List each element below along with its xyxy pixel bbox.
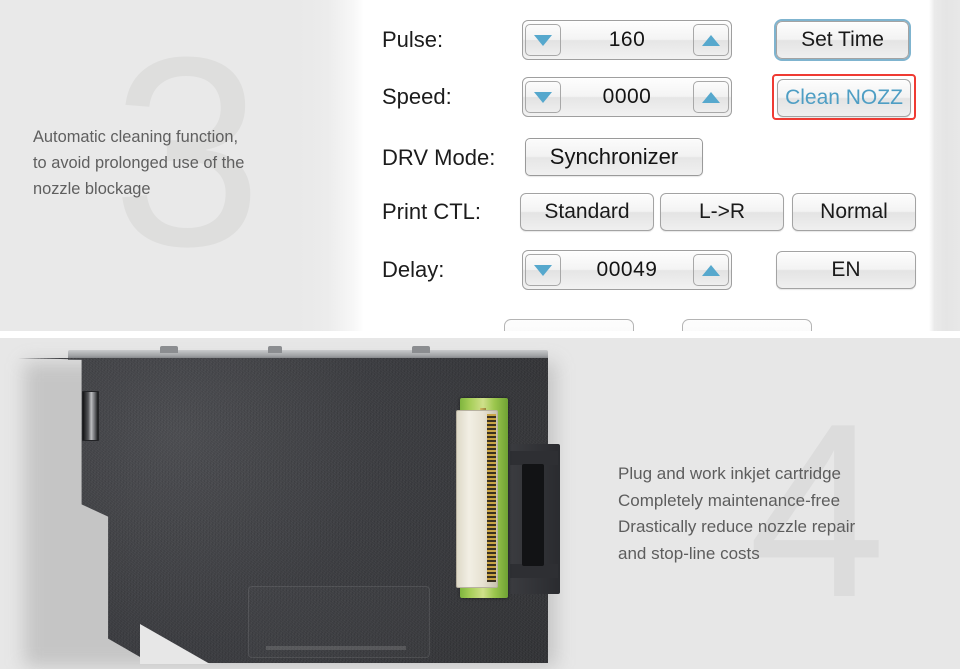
label-pulse: Pulse: xyxy=(382,27,444,52)
bottom-section: 4 Plug and work inkjet cartridge Complet… xyxy=(0,338,960,669)
print-ctl-normal-button[interactable]: Normal xyxy=(792,193,916,231)
delay-value[interactable]: 00049 xyxy=(561,258,693,282)
printhead-bracket-top xyxy=(510,451,558,465)
label-delay: Delay: xyxy=(382,257,445,282)
label-print-ctl: Print CTL: xyxy=(382,199,482,224)
product-feature-page: 3 Automatic cleaning function, to avoid … xyxy=(0,0,960,669)
clipped-button-left[interactable] xyxy=(504,319,634,331)
speed-decrement-button[interactable] xyxy=(525,81,561,113)
pulse-increment-button[interactable] xyxy=(693,24,729,56)
triangle-up-icon xyxy=(702,34,720,46)
triangle-up-icon xyxy=(702,264,720,276)
feature-3-line-3: nozzle blockage xyxy=(33,180,151,198)
label-drv-mode: DRV Mode: xyxy=(382,145,496,170)
set-time-button[interactable]: Set Time xyxy=(776,21,909,59)
cartridge-tab-1 xyxy=(160,346,178,353)
cartridge-fine-print xyxy=(266,646,406,650)
printhead-bracket-bottom xyxy=(510,564,558,578)
language-button[interactable]: EN xyxy=(776,251,916,289)
row-speed: Speed: 0000 Clean NOZZ xyxy=(364,74,929,120)
delay-decrement-button[interactable] xyxy=(525,254,561,286)
printhead-stem xyxy=(522,464,544,566)
clipped-button-right[interactable] xyxy=(682,319,812,331)
cartridge-tab-3 xyxy=(412,346,430,353)
triangle-up-icon xyxy=(702,91,720,103)
speed-stepper[interactable]: 0000 xyxy=(522,77,732,117)
speed-increment-button[interactable] xyxy=(693,81,729,113)
feature-4-line-2: Completely maintenance-free xyxy=(618,490,841,510)
triangle-down-icon xyxy=(534,91,552,103)
inkjet-cartridge-image xyxy=(10,346,570,669)
triangle-down-icon xyxy=(534,264,552,276)
printer-control-panel: Pulse: 160 Set Time Speed: 0000 Clean NO… xyxy=(364,0,929,331)
pulse-decrement-button[interactable] xyxy=(525,24,561,56)
row-drv-mode: DRV Mode: Synchronizer xyxy=(364,136,929,180)
feature-4-line-1: Plug and work inkjet cartridge xyxy=(618,464,842,483)
print-ctl-standard-button[interactable]: Standard xyxy=(520,193,654,231)
speed-value[interactable]: 0000 xyxy=(561,85,693,109)
top-section: 3 Automatic cleaning function, to avoid … xyxy=(0,0,960,331)
clean-nozz-button[interactable]: Clean NOZZ xyxy=(777,79,911,117)
right-edge-strip xyxy=(929,0,960,331)
print-ctl-direction-button[interactable]: L->R xyxy=(660,193,784,231)
triangle-down-icon xyxy=(534,34,552,46)
row-delay: Delay: 00049 EN xyxy=(364,248,929,292)
feature-4-line-4: and stop-line costs xyxy=(618,543,760,563)
feature-4-description: Plug and work inkjet cartridge Completel… xyxy=(618,461,948,567)
feature-3-line-1: Automatic cleaning function, xyxy=(33,128,239,146)
row-pulse: Pulse: 160 Set Time xyxy=(364,18,929,62)
pulse-value[interactable]: 160 xyxy=(561,28,693,52)
delay-stepper[interactable]: 00049 xyxy=(522,250,732,290)
feature-4-line-3: Drastically reduce nozzle repair xyxy=(618,517,856,536)
cartridge-tab-2 xyxy=(268,346,282,353)
pulse-stepper[interactable]: 160 xyxy=(522,20,732,60)
feature-panel-3: 3 Automatic cleaning function, to avoid … xyxy=(0,0,364,331)
feature-3-description: Automatic cleaning function, to avoid pr… xyxy=(33,124,333,202)
feature-3-line-2: to avoid prolonged use of the xyxy=(33,154,245,172)
label-speed: Speed: xyxy=(382,84,452,109)
row-print-ctl: Print CTL: Standard L->R Normal xyxy=(364,190,929,234)
printhead-gold-contacts xyxy=(487,414,496,582)
delay-increment-button[interactable] xyxy=(693,254,729,286)
cartridge-vent-slot xyxy=(82,391,99,441)
drv-mode-value[interactable]: Synchronizer xyxy=(525,138,703,176)
